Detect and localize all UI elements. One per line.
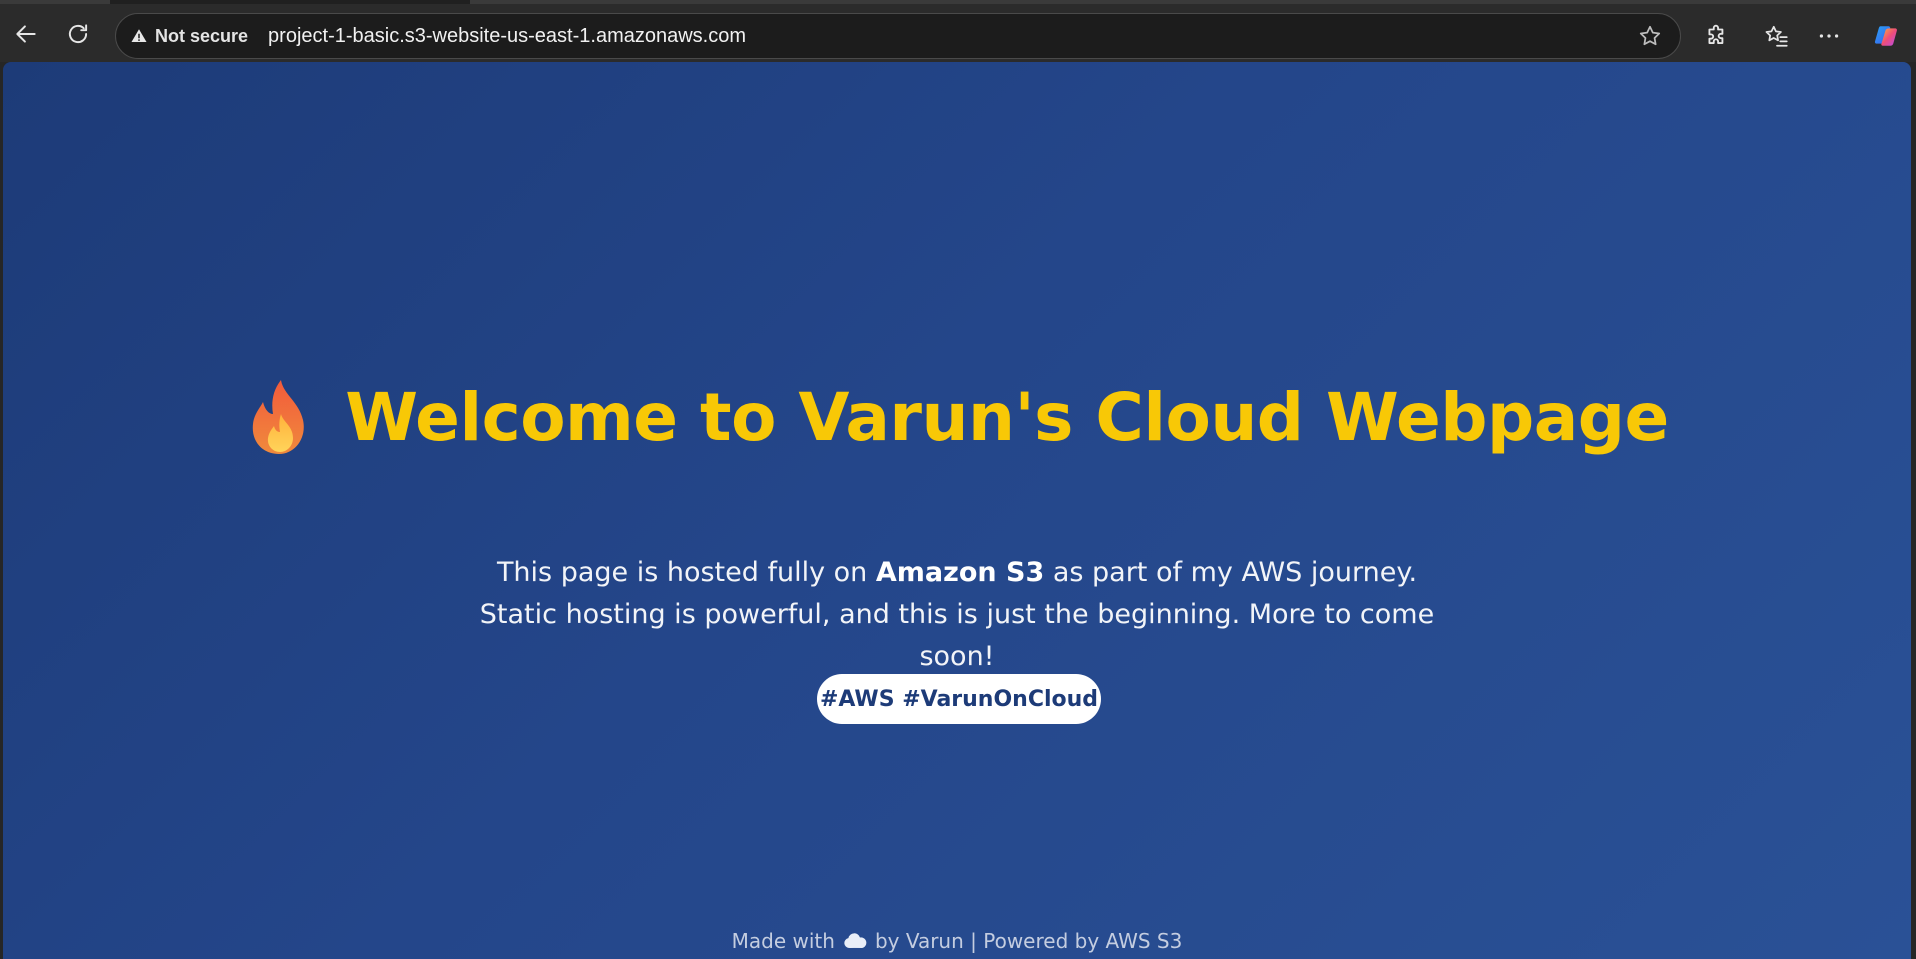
url-text[interactable]: project-1-basic.s3-website-us-east-1.ama… xyxy=(268,25,1632,48)
browser-window: Not secure project-1-basic.s3-website-us… xyxy=(0,0,1916,959)
puzzle-icon xyxy=(1708,24,1724,44)
intro-paragraph: This page is hosted fully on Amazon S3 a… xyxy=(477,552,1437,678)
add-favorite-button[interactable] xyxy=(1632,18,1668,54)
star-icon xyxy=(1639,25,1661,46)
browser-toolbar: Not secure project-1-basic.s3-website-us… xyxy=(0,0,1916,62)
title-row: Welcome to Varun's Cloud Webpage xyxy=(3,362,1911,472)
copilot-button[interactable] xyxy=(1866,16,1906,56)
footer-text-start: Made with xyxy=(731,929,835,953)
back-button[interactable] xyxy=(8,16,44,52)
intro-text-bold: Amazon S3 xyxy=(875,557,1045,588)
page-viewport: Welcome to Varun's Cloud Webpage This pa… xyxy=(3,62,1911,959)
favorites-list-icon xyxy=(1765,25,1788,47)
ellipsis-icon xyxy=(1819,34,1839,38)
address-bar[interactable]: Not secure project-1-basic.s3-website-us… xyxy=(115,13,1681,59)
favorites-button[interactable] xyxy=(1757,16,1797,56)
page-title: Welcome to Varun's Cloud Webpage xyxy=(345,378,1669,456)
security-indicator[interactable]: Not secure xyxy=(130,19,258,53)
hero-section: Welcome to Varun's Cloud Webpage This pa… xyxy=(3,62,1911,959)
tab-strip xyxy=(110,0,470,4)
extensions-button[interactable] xyxy=(1697,16,1737,56)
reload-icon xyxy=(68,24,88,44)
arrow-left-icon xyxy=(16,25,36,43)
reload-button[interactable] xyxy=(60,16,96,52)
warning-triangle-icon xyxy=(131,29,147,42)
copilot-icon xyxy=(1874,26,1897,46)
intro-text-start: This page is hosted fully on xyxy=(496,557,876,588)
more-button[interactable] xyxy=(1809,16,1849,56)
hashtag-badge: #AWS #VarunOnCloud xyxy=(817,674,1101,724)
security-label: Not secure xyxy=(155,25,249,46)
fire-icon xyxy=(253,380,305,454)
page-footer: Made with by Varun | Powered by AWS S3 xyxy=(3,924,1911,958)
cloud-icon xyxy=(844,933,867,948)
footer-text-end: by Varun | Powered by AWS S3 xyxy=(874,929,1183,953)
